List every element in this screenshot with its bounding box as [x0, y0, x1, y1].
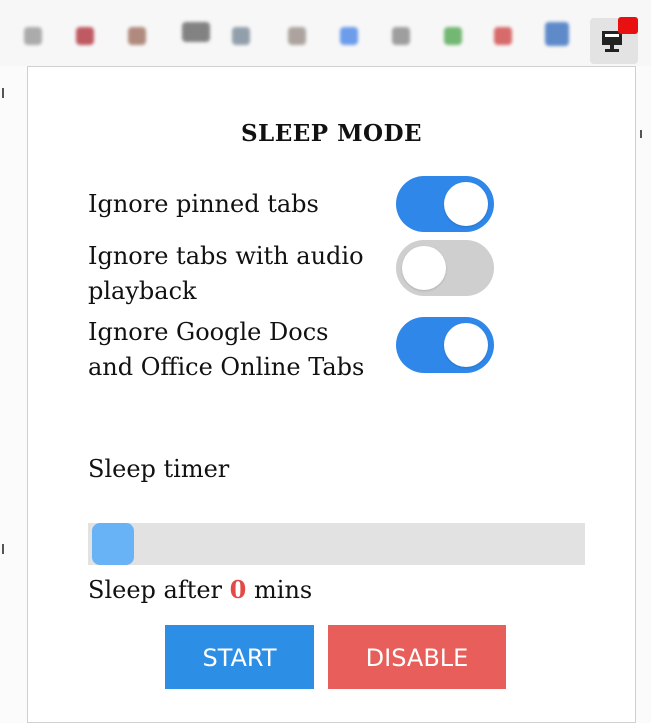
sleep-timer-slider[interactable] — [88, 523, 585, 565]
toggle-ignore-audio-tabs[interactable] — [396, 240, 494, 296]
extension-icon-8[interactable] — [392, 27, 410, 45]
extension-icon-11[interactable] — [545, 22, 569, 46]
toggle-ignore-pinned-tabs[interactable] — [396, 176, 494, 232]
toggle-knob — [444, 182, 488, 226]
extension-icon-2[interactable] — [76, 27, 94, 45]
popup-title: SLEEP MODE — [240, 120, 423, 147]
sleep-timer-label: Sleep timer — [88, 455, 230, 483]
sleep-after-prefix: Sleep after — [88, 576, 223, 604]
option-label-pinned-tabs: Ignore pinned tabs — [88, 190, 319, 218]
background-page-left — [0, 66, 27, 723]
extension-icon-5[interactable] — [232, 27, 250, 45]
browser-toolbar — [0, 0, 651, 67]
extension-icon-3[interactable] — [128, 27, 146, 45]
toggle-knob — [444, 323, 488, 367]
extension-icon-9[interactable] — [444, 27, 462, 45]
extension-icon-10[interactable] — [494, 27, 512, 45]
extension-icon-7[interactable] — [340, 27, 358, 45]
option-label-audio-tabs: Ignore tabs with audio playback — [88, 242, 364, 305]
extension-icon-1[interactable] — [24, 27, 42, 45]
sleep-after-suffix: mins — [254, 576, 313, 604]
extension-badge — [618, 17, 638, 34]
option-label-office-tabs: Ignore Google Docs and Office Online Tab… — [88, 318, 365, 381]
start-button[interactable]: START — [165, 625, 314, 689]
sleep-after-value: 0 — [229, 575, 247, 604]
extension-icon-6[interactable] — [288, 27, 306, 45]
background-page-right — [636, 66, 651, 723]
toggle-ignore-office-tabs[interactable] — [396, 317, 494, 373]
extension-icon-4[interactable] — [182, 22, 210, 42]
sleep-after-text: Sleep after 0 mins — [88, 575, 312, 604]
slider-thumb[interactable] — [92, 523, 134, 565]
toggle-knob — [402, 246, 446, 290]
sleep-mode-popup: SLEEP MODE Ignore pinned tabs Ignore tab… — [27, 66, 636, 723]
disable-button[interactable]: DISABLE — [328, 625, 506, 689]
